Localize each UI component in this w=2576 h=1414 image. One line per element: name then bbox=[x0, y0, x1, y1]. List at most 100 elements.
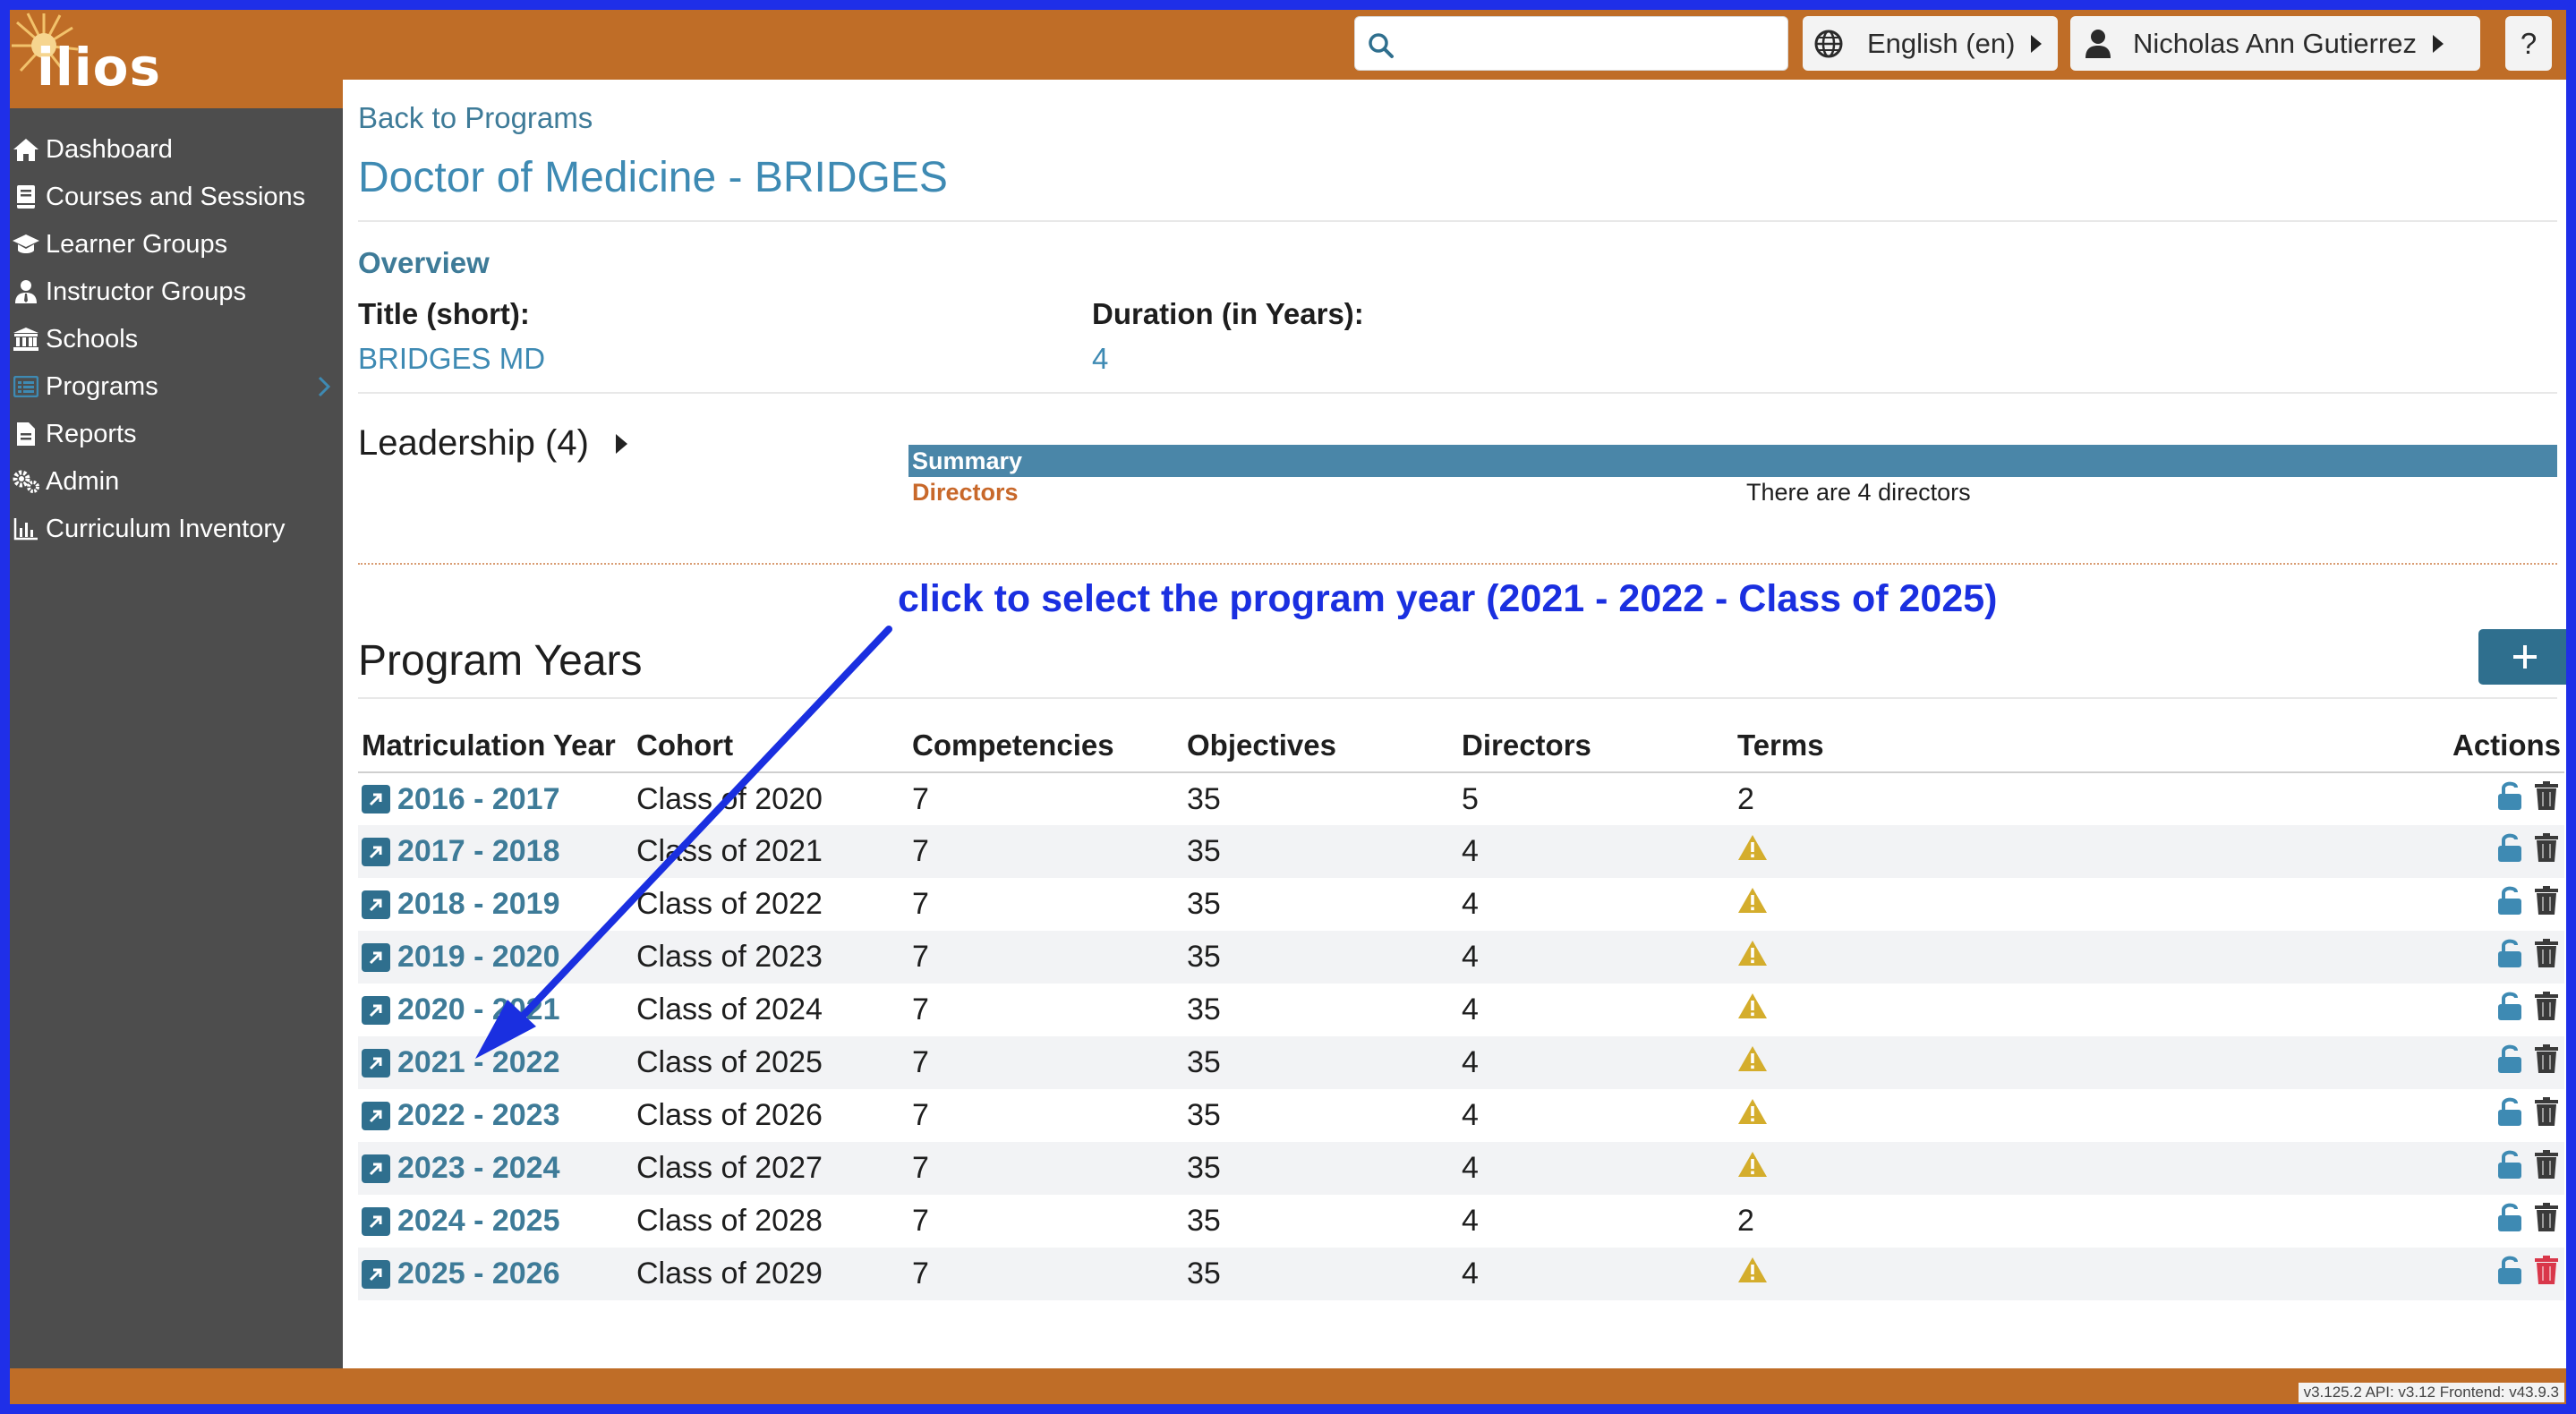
trash-icon[interactable] bbox=[2534, 885, 2559, 916]
column-header-cohort[interactable]: Cohort bbox=[633, 719, 908, 773]
unlock-icon[interactable] bbox=[2496, 832, 2523, 863]
objectives-cell: 35 bbox=[1187, 1098, 1221, 1132]
divider bbox=[358, 392, 2557, 394]
language-selector[interactable]: English (en) bbox=[1803, 16, 2058, 71]
user-menu[interactable]: Nicholas Ann Gutierrez bbox=[2070, 16, 2480, 71]
book-icon bbox=[12, 183, 40, 211]
column-header-terms[interactable]: Terms bbox=[1734, 719, 2290, 773]
trash-icon[interactable] bbox=[2534, 832, 2559, 863]
external-link-icon[interactable] bbox=[362, 1154, 390, 1183]
unlock-icon[interactable] bbox=[2496, 1255, 2523, 1285]
column-header-matriculation-year[interactable]: Matriculation Year bbox=[358, 719, 633, 773]
external-link-icon[interactable] bbox=[362, 1101, 390, 1130]
unlock-icon[interactable] bbox=[2496, 991, 2523, 1021]
actions-cell bbox=[2290, 878, 2564, 931]
trash-icon[interactable] bbox=[2534, 1202, 2559, 1232]
cohort-cell: Class of 2025 bbox=[636, 1045, 823, 1079]
sidebar-item-programs[interactable]: Programs bbox=[10, 364, 343, 409]
matriculation-year-link[interactable]: 2025 - 2026 bbox=[397, 1256, 560, 1291]
external-link-icon[interactable] bbox=[362, 890, 390, 919]
objectives-cell: 35 bbox=[1187, 781, 1221, 816]
terms-cell bbox=[1734, 1036, 2290, 1089]
table-row: 2022 - 2023 Class of 2026 7 35 4 bbox=[358, 1089, 2564, 1142]
file-icon bbox=[12, 420, 40, 448]
matriculation-year-link[interactable]: 2024 - 2025 bbox=[397, 1204, 560, 1239]
unlock-icon[interactable] bbox=[2496, 938, 2523, 968]
column-header-directors[interactable]: Directors bbox=[1458, 719, 1734, 773]
trash-icon[interactable] bbox=[2534, 1149, 2559, 1180]
add-program-year-button[interactable] bbox=[2478, 629, 2566, 685]
help-button[interactable]: ? bbox=[2505, 16, 2552, 71]
sidebar-item-label: Learner Groups bbox=[46, 229, 228, 259]
unlock-icon[interactable] bbox=[2496, 885, 2523, 916]
duration-value[interactable]: 4 bbox=[1092, 342, 1108, 376]
sidebar-item-reports[interactable]: Reports bbox=[10, 412, 343, 456]
external-link-icon[interactable] bbox=[362, 1259, 390, 1289]
leadership-label: Leadership (4) bbox=[358, 423, 589, 463]
leadership-toggle[interactable]: Leadership (4) bbox=[358, 423, 627, 464]
short-title-value[interactable]: BRIDGES MD bbox=[358, 342, 545, 376]
sidebar-item-curriculum-inventory[interactable]: Curriculum Inventory bbox=[10, 507, 343, 551]
matriculation-year-link[interactable]: 2020 - 2021 bbox=[397, 992, 560, 1027]
terms-cell bbox=[1734, 1089, 2290, 1142]
directors-cell: 4 bbox=[1462, 1045, 1479, 1079]
directors-label: Directors bbox=[912, 479, 1019, 506]
search-input[interactable] bbox=[1409, 24, 1776, 64]
caret-right-icon bbox=[2031, 34, 2043, 53]
table-row: 2019 - 2020 Class of 2023 7 35 4 bbox=[358, 931, 2564, 984]
trash-icon[interactable] bbox=[2534, 1043, 2559, 1074]
matriculation-year-link[interactable]: 2017 - 2018 bbox=[397, 834, 560, 869]
external-link-icon[interactable] bbox=[362, 1206, 390, 1236]
sidebar-item-learner-groups[interactable]: Learner Groups bbox=[10, 222, 343, 267]
objectives-cell: 35 bbox=[1187, 1045, 1221, 1079]
trash-icon[interactable] bbox=[2534, 1096, 2559, 1127]
page-title[interactable]: Doctor of Medicine - BRIDGES bbox=[358, 153, 948, 202]
trash-icon[interactable] bbox=[2534, 1255, 2559, 1285]
sidebar-item-admin[interactable]: Admin bbox=[10, 459, 343, 504]
external-link-icon[interactable] bbox=[362, 1048, 390, 1078]
competencies-cell: 7 bbox=[912, 1151, 929, 1185]
trash-icon[interactable] bbox=[2534, 780, 2559, 811]
unlock-icon[interactable] bbox=[2496, 1149, 2523, 1180]
terms-cell bbox=[1734, 984, 2290, 1036]
terms-count: 2 bbox=[1737, 1204, 1754, 1238]
sidebar-item-label: Admin bbox=[46, 466, 120, 496]
column-header-actions: Actions bbox=[2290, 719, 2564, 773]
objectives-cell: 35 bbox=[1187, 834, 1221, 868]
sidebar-item-dashboard[interactable]: Dashboard bbox=[10, 127, 343, 172]
sidebar: Dashboard Courses and Sessions Learner G… bbox=[10, 108, 343, 1368]
matriculation-year-link[interactable]: 2022 - 2023 bbox=[397, 1098, 560, 1133]
warning-icon bbox=[1738, 888, 1767, 913]
directors-summary-text: There are 4 directors bbox=[1746, 479, 1971, 506]
unlock-icon[interactable] bbox=[2496, 780, 2523, 811]
sidebar-item-instructor-groups[interactable]: Instructor Groups bbox=[10, 269, 343, 314]
back-to-programs-link[interactable]: Back to Programs bbox=[358, 101, 593, 135]
ilios-logo[interactable]: ilios bbox=[10, 10, 171, 108]
chart-icon bbox=[12, 515, 40, 543]
user-icon bbox=[2086, 29, 2111, 58]
external-link-icon[interactable] bbox=[362, 837, 390, 866]
external-link-icon[interactable] bbox=[362, 995, 390, 1025]
matriculation-year-link[interactable]: 2018 - 2019 bbox=[397, 887, 560, 922]
trash-icon[interactable] bbox=[2534, 938, 2559, 968]
footer: v3.125.2 API: v3.12 Frontend: v43.9.3 bbox=[10, 1368, 2566, 1404]
unlock-icon[interactable] bbox=[2496, 1202, 2523, 1232]
sidebar-item-label: Reports bbox=[46, 419, 137, 448]
section-divider bbox=[358, 563, 2557, 565]
university-icon bbox=[12, 325, 40, 354]
trash-icon[interactable] bbox=[2534, 991, 2559, 1021]
matriculation-year-link[interactable]: 2016 - 2017 bbox=[397, 782, 560, 817]
matriculation-year-link[interactable]: 2023 - 2024 bbox=[397, 1151, 560, 1186]
overview-heading: Overview bbox=[358, 246, 490, 279]
external-link-icon[interactable] bbox=[362, 942, 390, 972]
sidebar-item-courses[interactable]: Courses and Sessions bbox=[10, 175, 343, 219]
column-header-objectives[interactable]: Objectives bbox=[1183, 719, 1458, 773]
column-header-competencies[interactable]: Competencies bbox=[908, 719, 1183, 773]
sidebar-item-schools[interactable]: Schools bbox=[10, 317, 343, 362]
unlock-icon[interactable] bbox=[2496, 1043, 2523, 1074]
search-box[interactable] bbox=[1354, 16, 1788, 71]
matriculation-year-link[interactable]: 2019 - 2020 bbox=[397, 940, 560, 975]
unlock-icon[interactable] bbox=[2496, 1096, 2523, 1127]
external-link-icon[interactable] bbox=[362, 785, 390, 813]
matriculation-year-link[interactable]: 2021 - 2022 bbox=[397, 1045, 560, 1080]
